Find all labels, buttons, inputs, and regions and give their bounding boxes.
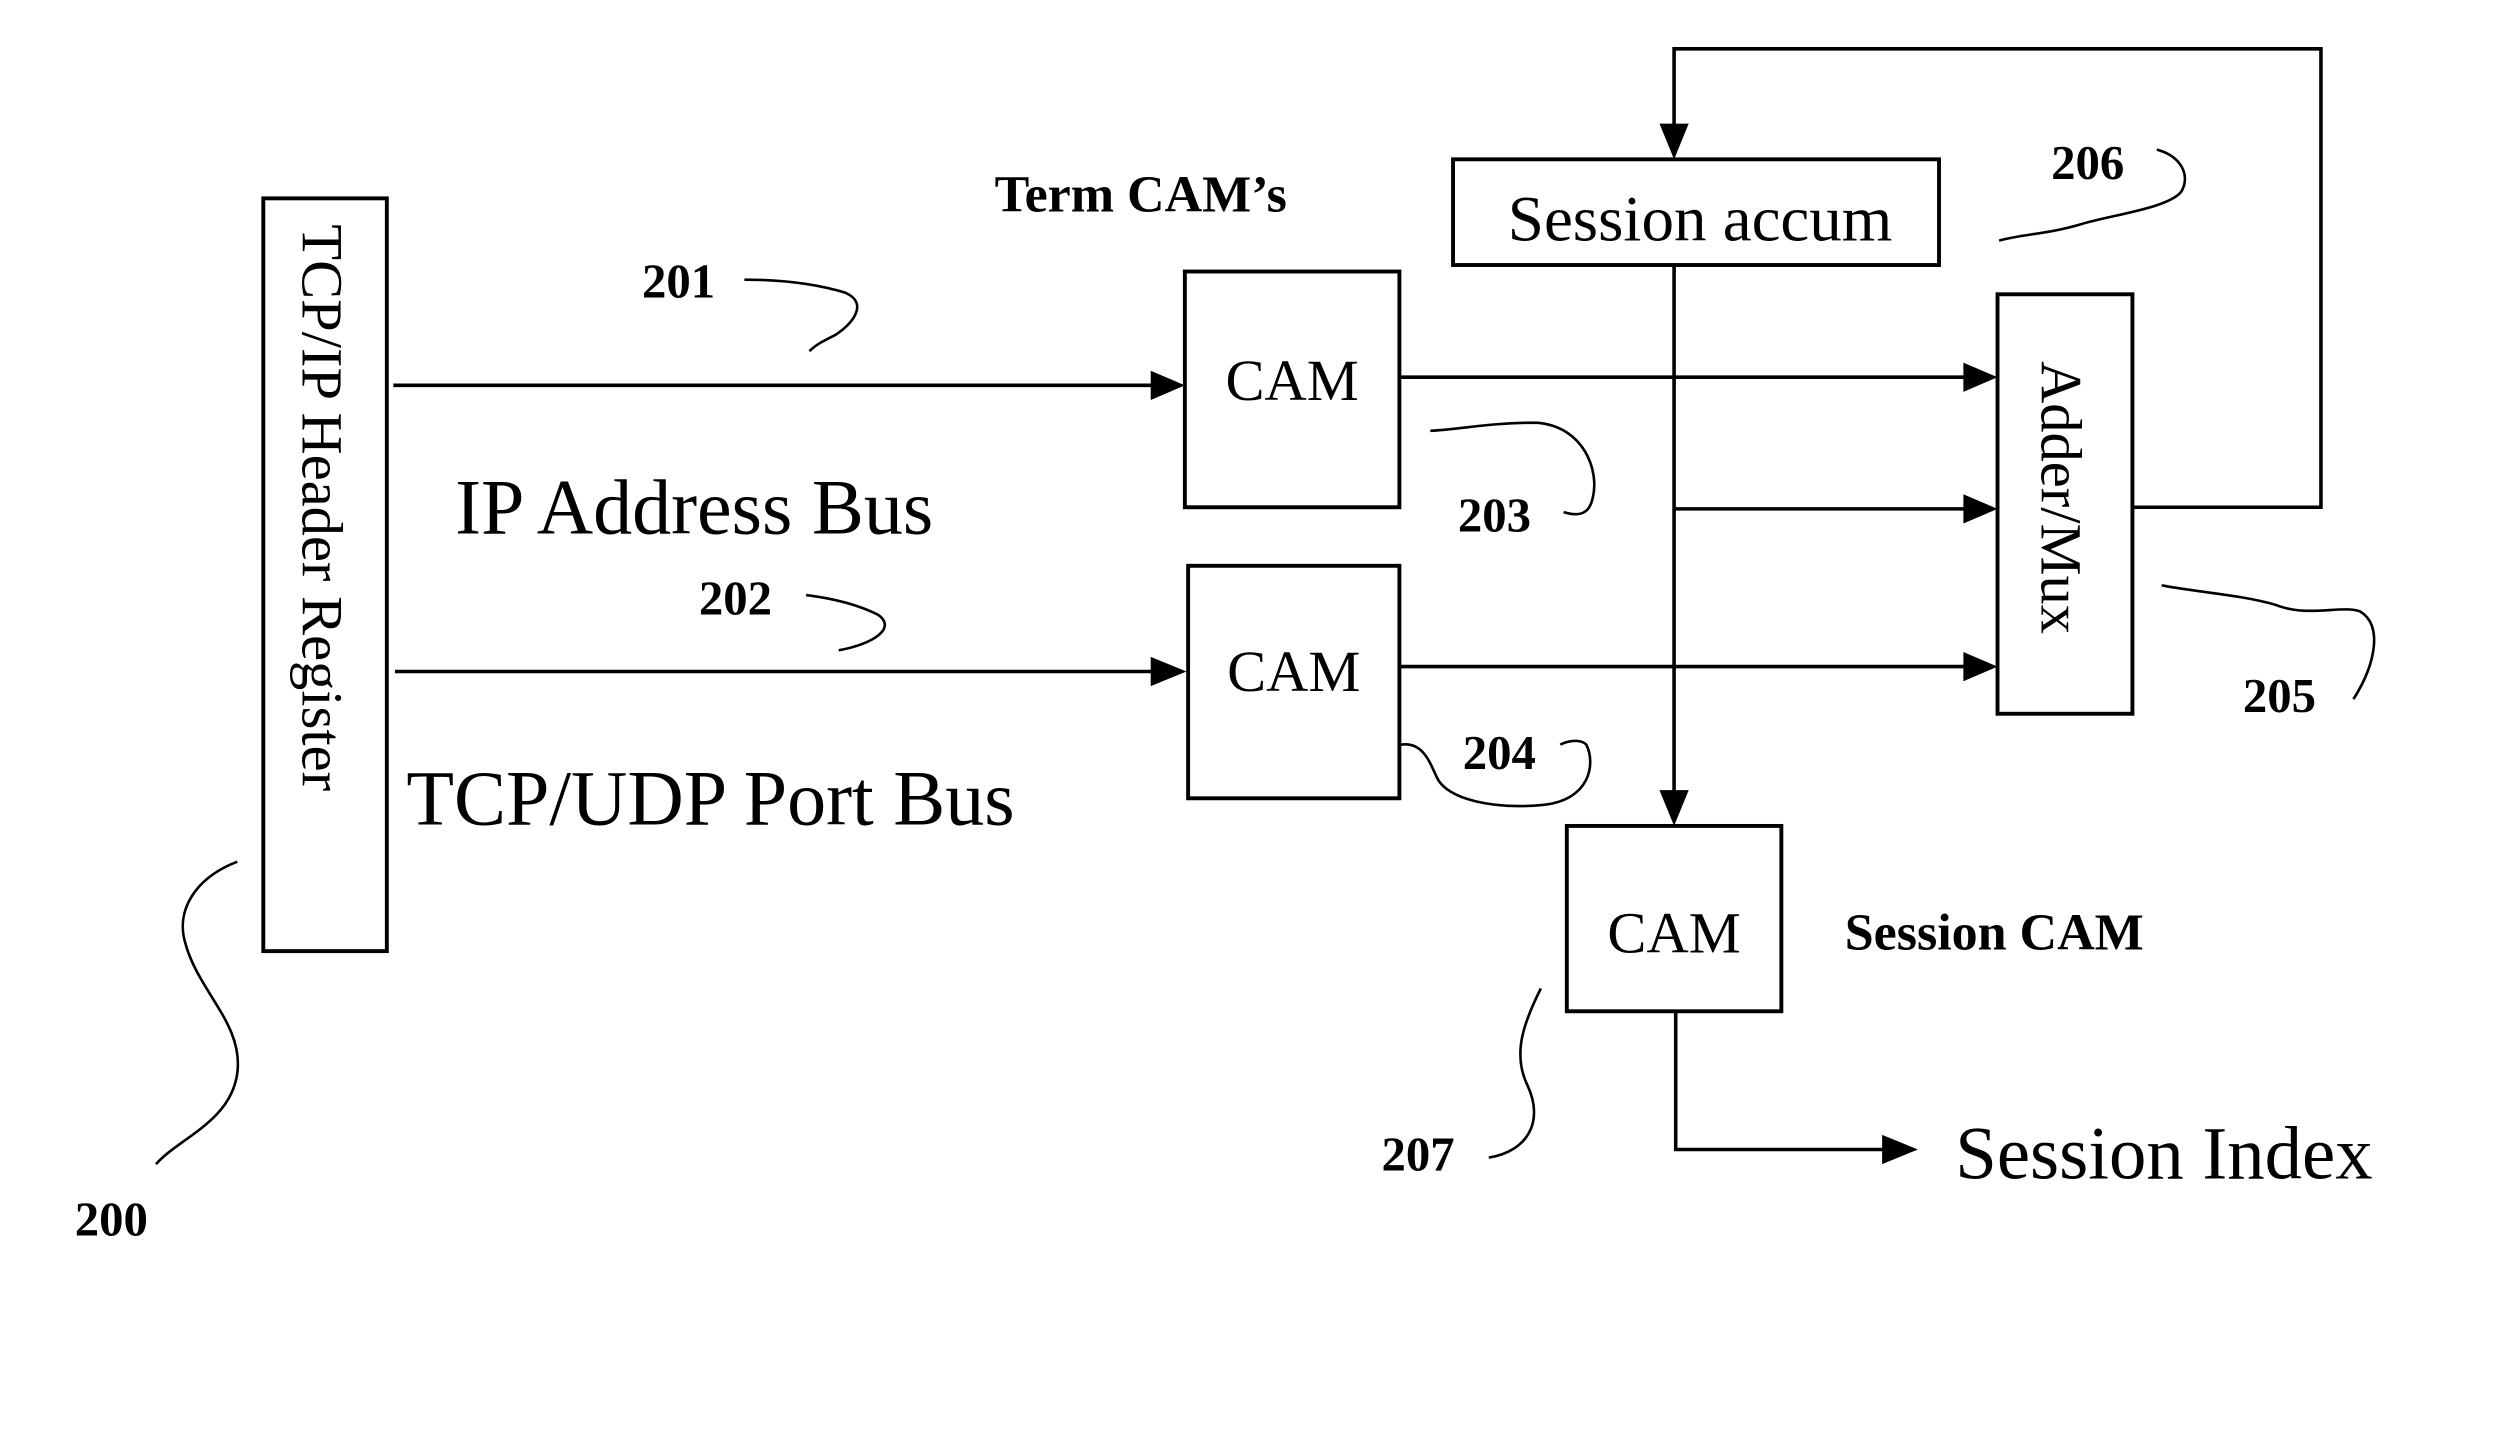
cam1-output-arrowhead — [1963, 362, 1998, 392]
reference-203: 203 — [1430, 421, 1596, 543]
tcp-udp-port-bus-label: TCP/UDP Port Bus — [406, 754, 1014, 841]
session-accum-label: Session accum — [1508, 184, 1893, 256]
session-cam-label: CAM — [1607, 901, 1740, 966]
session-cam-block: CAM Session CAM — [1564, 823, 2144, 1014]
adder-mux-label: Adder/Mux — [2028, 361, 2093, 634]
term-cams-caption: Term CAM’s — [995, 166, 1287, 223]
session-cam-caption: Session CAM — [1845, 904, 2144, 961]
session-index-label: Session Index — [1955, 1113, 2372, 1196]
reference-201: 201 — [642, 255, 859, 353]
session-accum-block: Session accum — [1451, 157, 1941, 267]
term-cam-1-label: CAM — [1225, 348, 1358, 413]
ip-address-bus: IP Address Bus — [393, 370, 1185, 550]
term-cam-2-label: CAM — [1227, 639, 1360, 704]
ref-200-label: 200 — [75, 1193, 148, 1247]
reference-207: 207 — [1382, 987, 1542, 1182]
session-cam-input-arrowhead — [1659, 790, 1689, 826]
feedback-arrowhead — [1659, 123, 1689, 160]
reference-202: 202 — [699, 572, 886, 652]
ref-204-label: 204 — [1463, 726, 1536, 780]
term-cam-1-block: CAM — [1182, 269, 1402, 510]
accum-to-session-cam-wire — [1659, 265, 1689, 826]
session-index-output: Session Index — [1673, 1011, 2373, 1196]
tcp-udp-port-bus: TCP/UDP Port Bus — [394, 656, 1187, 841]
ref-203-label: 203 — [1458, 489, 1531, 543]
ref-207-leader — [1488, 987, 1542, 1159]
ref-207-label: 207 — [1382, 1128, 1455, 1182]
port-bus-arrowhead — [1150, 656, 1187, 687]
ref-202-leader — [805, 593, 886, 652]
ref-201-label: 201 — [642, 255, 715, 309]
reference-204: 204 — [1400, 726, 1592, 808]
ref-205-label: 205 — [2243, 669, 2316, 723]
ip-address-bus-label: IP Address Bus — [455, 463, 933, 550]
adder-mux-block: Adder/Mux — [1995, 292, 2135, 716]
header-register-label: TCP/IP Header Register — [289, 224, 354, 791]
ref-202-label: 202 — [699, 572, 772, 626]
reference-200: 200 — [75, 860, 240, 1247]
ip-bus-arrowhead — [1150, 370, 1185, 400]
reference-206: 206 — [1998, 136, 2187, 242]
session-index-arrowhead — [1882, 1134, 1918, 1165]
ref-206-label: 206 — [2051, 136, 2124, 190]
header-register-block: TCP/IP Header Register — [261, 196, 389, 954]
reference-205: 205 — [2161, 584, 2376, 723]
ref-200-leader — [155, 860, 240, 1165]
ref-201-leader — [744, 278, 859, 353]
block-diagram: TCP/IP Header Register IP Address Bus TC… — [75, 46, 2376, 1247]
accum-to-adder-arrowhead — [1963, 494, 1998, 524]
feedback-loop — [1659, 46, 2323, 510]
term-cam-2-block: CAM — [1186, 563, 1402, 801]
cam2-output-arrowhead — [1963, 651, 1998, 682]
session-index-wire — [1673, 1011, 1889, 1152]
